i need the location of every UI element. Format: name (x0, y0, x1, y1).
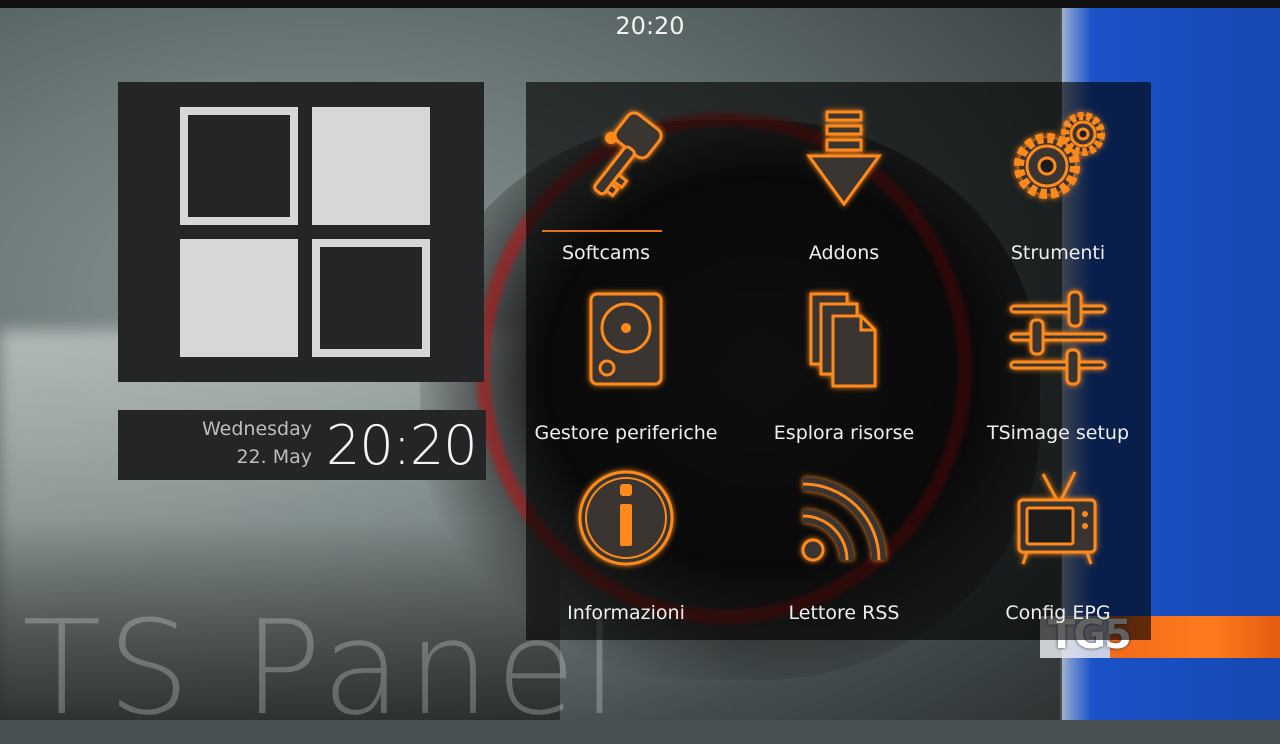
menu-item-config-epg[interactable]: Config EPG (958, 442, 1158, 624)
menu-item-softcams[interactable]: Softcams (526, 82, 726, 264)
menu-item-label: Config EPG (1005, 602, 1111, 624)
menu-item-label: TSimage setup (986, 422, 1130, 444)
menu-item-lettore-rss[interactable]: Lettore RSS (744, 442, 944, 624)
menu-item-label: Addons (808, 242, 880, 264)
logo-tiles-panel (118, 82, 484, 382)
menu-item-addons[interactable]: Addons (744, 82, 944, 264)
main-menu: Softcams Addons Strumenti Gestore perife… (526, 82, 1151, 640)
tile-bottom-left (180, 239, 298, 357)
menu-item-gestore-periferiche[interactable]: Gestore periferiche (526, 262, 726, 444)
gears-icon (1014, 112, 1105, 199)
files-icon (809, 292, 877, 388)
menu-item-label: Gestore periferiche (534, 422, 718, 444)
date-text: 22. May (236, 446, 312, 468)
menu-item-label: Strumenti (1010, 242, 1106, 264)
download-arrow-icon (806, 110, 882, 207)
focus-indicator (542, 230, 662, 232)
time-text: 20:20 (326, 414, 478, 477)
menu-item-label: Informazioni (567, 602, 685, 624)
top-band (0, 0, 1280, 8)
info-icon (578, 470, 674, 566)
top-clock: 20:20 (615, 12, 685, 40)
menu-item-label: Softcams (562, 242, 650, 264)
weekday-text: Wednesday (201, 418, 312, 440)
tile-top-right (312, 107, 430, 225)
menu-item-strumenti[interactable]: Strumenti (958, 82, 1158, 264)
menu-item-label: Esplora risorse (773, 422, 915, 444)
sliders-icon (1009, 290, 1107, 386)
menu-item-tsimage-setup[interactable]: TSimage setup (958, 262, 1158, 444)
datetime-panel: Wednesday 22. May 20:20 (118, 410, 486, 480)
menu-item-label: Lettore RSS (788, 602, 900, 624)
tile-bottom-right (312, 239, 430, 357)
menu-item-esplora-risorse[interactable]: Esplora risorse (744, 262, 944, 444)
menu-item-informazioni[interactable]: Informazioni (526, 442, 726, 624)
rss-icon (801, 477, 886, 562)
hard-disk-icon (589, 292, 663, 386)
tv-icon (1017, 471, 1097, 565)
tile-top-left (180, 107, 298, 225)
key-icon (593, 111, 663, 198)
